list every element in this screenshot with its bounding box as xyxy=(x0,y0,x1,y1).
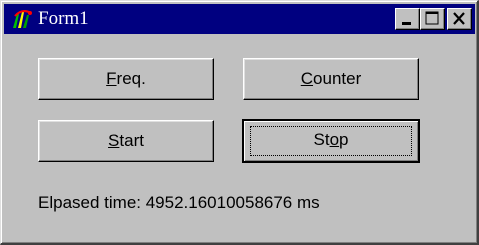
counter-label-rest: ounter xyxy=(313,69,362,88)
elapsed-time-label: Elpased time: 4952.16010058676 ms xyxy=(38,193,320,212)
stop-label-after: p xyxy=(339,130,349,149)
counter-mnemonic: C xyxy=(300,69,314,88)
maximize-button[interactable] xyxy=(420,8,445,30)
stop-mnemonic: o xyxy=(329,130,340,149)
counter-button[interactable]: Counter xyxy=(243,58,419,100)
maximize-icon xyxy=(425,11,439,25)
start-label-rest: tart xyxy=(119,131,144,150)
freq-label-rest: req. xyxy=(116,69,146,88)
close-icon xyxy=(453,12,465,25)
start-mnemonic: S xyxy=(108,131,120,150)
freq-button[interactable]: Freq. xyxy=(38,58,214,100)
app-icon[interactable] xyxy=(10,8,34,30)
freq-mnemonic: F xyxy=(106,69,117,88)
stop-label-before: St xyxy=(313,130,330,149)
window-title: Form1 xyxy=(38,8,89,29)
start-button[interactable]: Start xyxy=(38,120,214,162)
title-bar[interactable]: Form1 xyxy=(4,4,475,34)
close-button[interactable] xyxy=(447,8,472,30)
stop-button[interactable]: Stop xyxy=(242,119,420,163)
minimize-icon xyxy=(402,22,411,25)
form1-window: Form1 Freq. Counter Start Stop Elpased t… xyxy=(0,0,479,245)
minimize-button[interactable] xyxy=(395,8,420,30)
